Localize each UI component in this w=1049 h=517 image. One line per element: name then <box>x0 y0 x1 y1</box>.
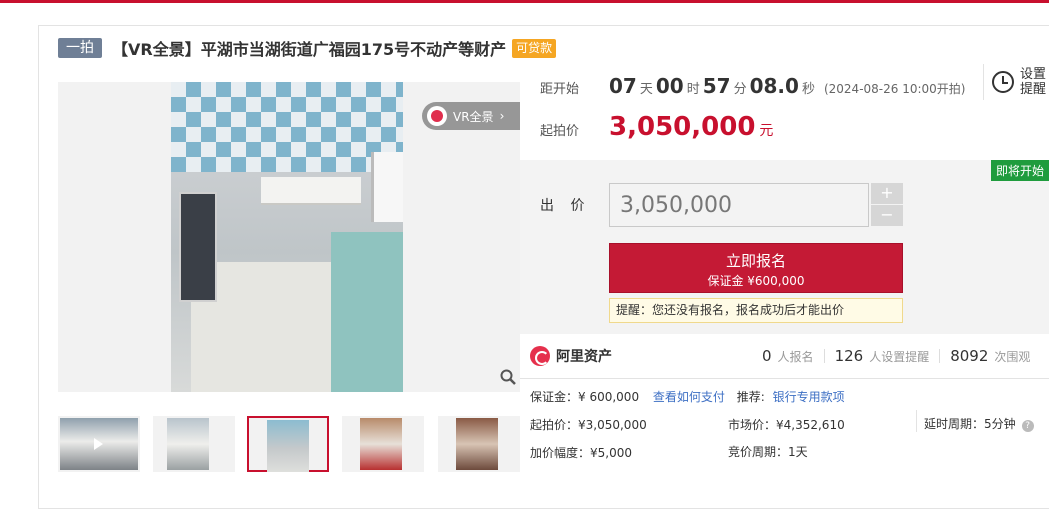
zoom-icon[interactable] <box>497 369 519 391</box>
help-icon[interactable]: ? <box>1021 420 1034 432</box>
alarm-clock-icon <box>992 71 1014 93</box>
photo-window <box>371 152 403 222</box>
deposit-row: 保证金：¥ 600,000 查看如何支付 推荐: 银行专用款项 <box>530 388 845 405</box>
detail-start-price: 起拍价：¥3,050,000 <box>530 418 647 432</box>
countdown-minute-unit: 分 <box>733 82 747 97</box>
photo-ceiling <box>171 82 403 172</box>
countdown-second-unit: 秒 <box>801 82 815 97</box>
photo-counter <box>331 232 403 392</box>
bid-box: 即将开始 出 价 + − 立即报名 保证金 ¥600,000 提醒：您还没有报名… <box>520 160 1049 334</box>
signup-count: 0 人报名 <box>762 347 814 365</box>
start-price: 起拍价 3,050,000 元 <box>540 112 773 142</box>
divider <box>520 378 1049 379</box>
auction-round-tag: 一拍 <box>58 38 102 58</box>
photo-cabinets <box>261 177 361 205</box>
divider <box>916 410 917 432</box>
vr-label: VR全景 <box>453 109 494 124</box>
vr-panorama-button[interactable]: VR全景 › <box>422 102 520 130</box>
how-to-pay-link[interactable]: 查看如何支付 <box>653 390 725 404</box>
recommend-label: 推荐: <box>736 390 765 404</box>
set-reminder-label: 设置提醒 <box>1020 67 1047 97</box>
page-title: 【VR全景】平湖市当湖街道广福园175号不动产等财产 <box>112 40 507 59</box>
countdown-day-unit: 天 <box>639 82 653 97</box>
start-price-label: 起拍价 <box>540 124 580 139</box>
thumbnail[interactable] <box>153 416 235 472</box>
signup-count-value: 0 <box>762 347 772 365</box>
top-accent-line <box>0 0 1049 3</box>
bid-decrease-button[interactable]: − <box>871 205 903 226</box>
countdown: 距开始 07 天 00 时 57 分 08.0 秒 (2024-08-26 10… <box>540 74 965 98</box>
photo-fridge <box>179 192 217 302</box>
bank-account-link[interactable]: 银行专用款项 <box>773 390 845 404</box>
detail-increment: 加价幅度：¥5,000 <box>530 446 632 460</box>
delay-period-text: 延时周期：5分钟 <box>924 417 1016 431</box>
bid-amount-input[interactable] <box>609 183 869 227</box>
countdown-hours: 00 <box>655 74 684 98</box>
countdown-minutes: 57 <box>702 74 731 98</box>
auction-start-time: (2024-08-26 10:00开拍) <box>823 82 966 96</box>
main-photo[interactable] <box>171 82 403 392</box>
detail-bid-period: 竞价周期：1天 <box>728 445 808 459</box>
reminder-count: 126 人设置提醒 <box>835 347 930 365</box>
bid-increase-button[interactable]: + <box>871 183 903 204</box>
set-reminder-button[interactable]: 设置提醒 <box>983 64 1049 100</box>
signup-reminder-tip: 提醒：您还没有报名，报名成功后才能出价 <box>609 298 903 323</box>
countdown-seconds: 08.0 <box>749 74 799 98</box>
view-count-value: 8092 <box>950 347 989 365</box>
reminder-count-label: 人设置提醒 <box>869 350 930 364</box>
countdown-label: 距开始 <box>540 82 580 97</box>
start-price-unit: 元 <box>759 123 774 139</box>
signup-count-label: 人报名 <box>777 350 814 364</box>
loan-badge: 可贷款 <box>512 38 557 58</box>
play-icon <box>94 438 103 450</box>
thumbnail[interactable] <box>438 416 520 472</box>
chevron-right-icon: › <box>499 109 505 123</box>
thumbnail-selected[interactable] <box>247 416 329 472</box>
view-count: 8092 次围观 <box>950 347 1030 365</box>
brand-name: 阿里资产 <box>556 349 612 365</box>
status-badge: 即将开始 <box>990 160 1049 181</box>
signup-deposit: 保证金 ¥600,000 <box>707 274 805 288</box>
thumbnail-strip <box>58 416 520 472</box>
countdown-days: 07 <box>609 74 637 98</box>
reminder-count-value: 126 <box>834 347 864 365</box>
auction-stats: 阿里资产 0 人报名 126 人设置提醒 8092 次围观 <box>530 342 1049 370</box>
countdown-hour-unit: 时 <box>686 82 700 97</box>
signup-label: 立即报名 <box>725 252 786 270</box>
bid-label: 出 价 <box>540 198 591 214</box>
thumbnail[interactable] <box>342 416 424 472</box>
thumbnail-video[interactable] <box>58 416 140 472</box>
vr-icon <box>427 106 447 126</box>
start-price-value: 3,050,000 <box>609 112 756 142</box>
detail-delay-period: 延时周期：5分钟? <box>924 415 1034 432</box>
title-bar: 一拍 【VR全景】平湖市当湖街道广福园175号不动产等财产 可贷款 <box>58 36 557 60</box>
deposit-info: 保证金：¥ 600,000 <box>530 390 640 404</box>
detail-market-price: 市场价：¥4,352,610 <box>728 418 845 432</box>
view-count-label: 次围观 <box>994 350 1031 364</box>
ali-assets-logo-icon <box>530 346 550 366</box>
signup-button[interactable]: 立即报名 保证金 ¥600,000 <box>609 243 903 293</box>
